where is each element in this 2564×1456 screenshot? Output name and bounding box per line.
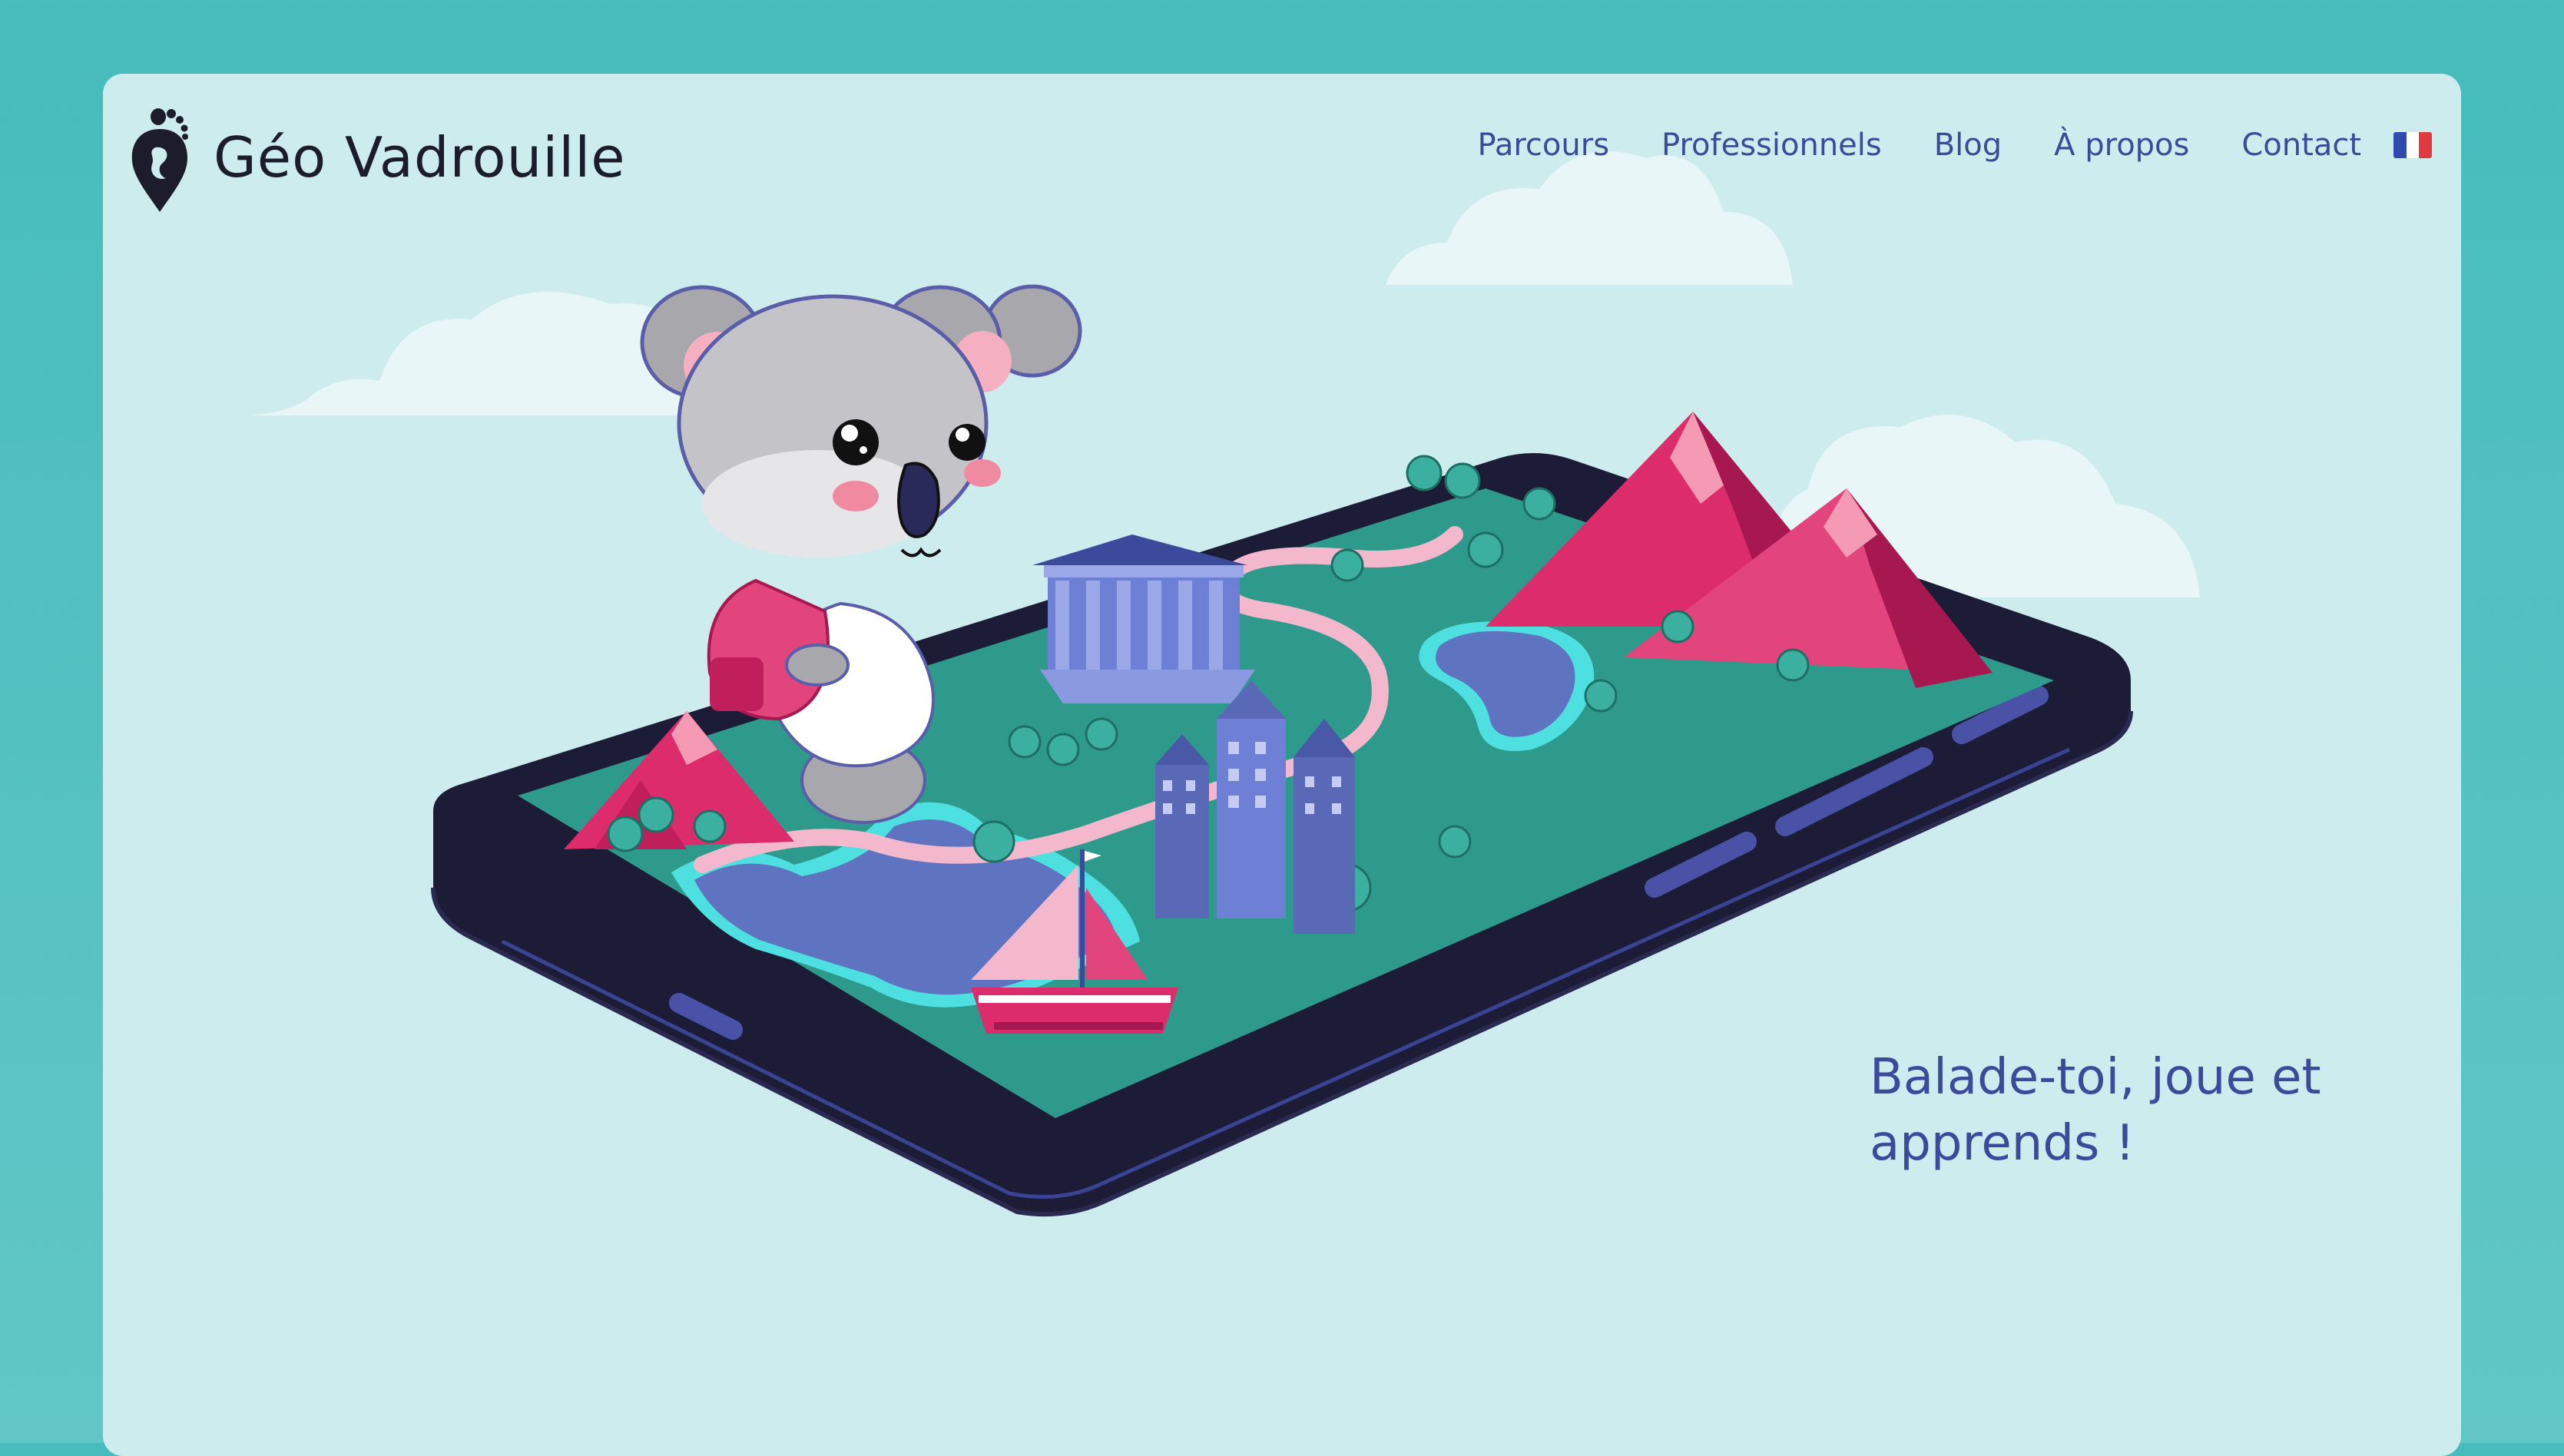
koala-walking-on-phone-map-illustration (431, 284, 2133, 1217)
temple-landmark (1032, 534, 1255, 703)
hero-tagline: Balade-toi, joue et apprends ! (1870, 1049, 2321, 1172)
hero-card: Géo Vadrouille Parcours Professionnels B… (103, 74, 2461, 1456)
